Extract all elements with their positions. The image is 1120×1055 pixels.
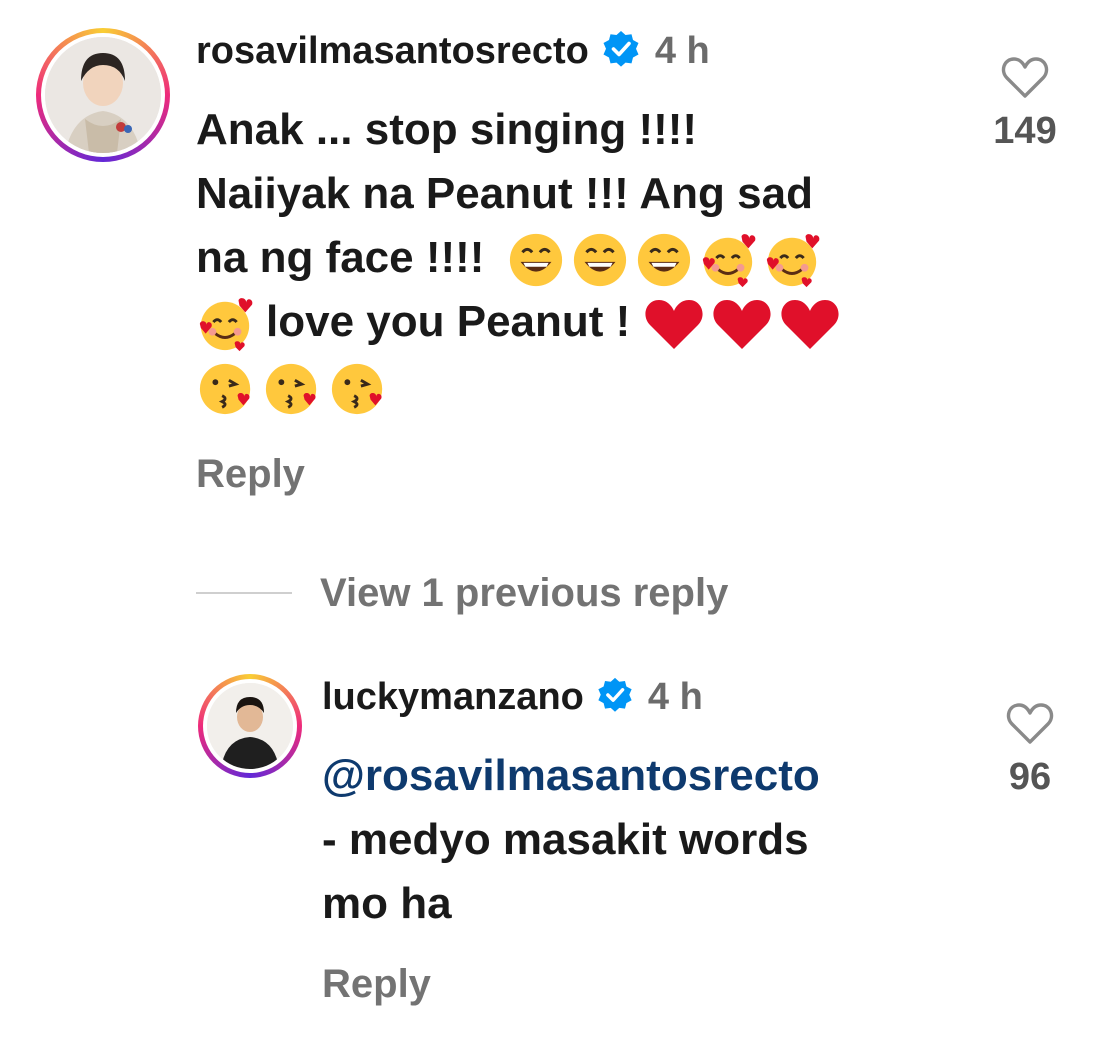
verified-badge-icon	[601, 29, 641, 74]
comment-line: na ng face !!!!	[196, 226, 956, 290]
username[interactable]: luckymanzano	[322, 676, 584, 719]
comment-line: mo ha	[322, 879, 452, 928]
grinning-face-emoji-icon	[637, 234, 690, 287]
comment-line: Naiiyak na Peanut !!! Ang sad	[196, 169, 813, 218]
avatar	[207, 683, 293, 769]
red-heart-emoji-icon	[712, 300, 771, 350]
emoji-group	[507, 231, 821, 289]
emoji-group	[643, 295, 841, 353]
emoji-group	[196, 295, 254, 353]
verified-badge-icon	[596, 676, 634, 719]
like-count: 96	[1008, 756, 1052, 798]
red-heart-emoji-icon	[644, 300, 703, 350]
comment-header: rosavilmasantosrecto 4 h	[196, 26, 710, 76]
like-count: 149	[993, 110, 1057, 152]
emoji-group	[196, 359, 388, 417]
timestamp: 4 h	[647, 675, 703, 718]
comment-2: luckymanzano 4 h @rosavilmasantosrecto -…	[0, 650, 1120, 1050]
comment-text: Anak ... stop singing !!!! Naiiyak na Pe…	[196, 98, 956, 418]
avatar	[45, 37, 161, 153]
view-replies-label[interactable]: View 1 previous reply	[320, 571, 728, 616]
red-heart-emoji-icon	[780, 300, 839, 350]
reply-button[interactable]: Reply	[196, 452, 305, 497]
face-blowing-kiss-emoji-icon	[265, 364, 317, 415]
avatar-ring[interactable]	[36, 28, 170, 162]
face-blowing-kiss-emoji-icon	[199, 364, 251, 415]
heart-outline-icon[interactable]	[1001, 56, 1049, 100]
grinning-face-emoji-icon	[573, 234, 626, 287]
grinning-face-emoji-icon	[509, 234, 562, 287]
smiling-face-with-hearts-emoji-icon	[766, 234, 820, 288]
comment-line: Anak ... stop singing !!!!	[196, 105, 698, 154]
mention-link[interactable]: @rosavilmasantosrecto	[322, 744, 942, 808]
heart-outline-icon[interactable]	[1006, 702, 1054, 746]
like-control: 149	[975, 56, 1075, 153]
comment-1: rosavilmasantosrecto 4 h Anak ... stop s…	[0, 0, 1120, 520]
comment-header: luckymanzano 4 h	[322, 672, 703, 722]
divider-line	[196, 592, 292, 594]
like-control: 96	[980, 702, 1080, 799]
comment-line	[196, 354, 956, 418]
smiling-face-with-hearts-emoji-icon	[702, 234, 756, 288]
face-blowing-kiss-emoji-icon	[331, 364, 383, 415]
view-previous-replies[interactable]: View 1 previous reply	[196, 568, 728, 618]
comment-line: love you Peanut !	[196, 290, 956, 354]
comment-line: - medyo masakit words	[322, 815, 809, 864]
reply-button[interactable]: Reply	[322, 962, 431, 1007]
smiling-face-with-hearts-emoji-icon	[199, 298, 253, 352]
timestamp: 4 h	[654, 29, 710, 72]
username[interactable]: rosavilmasantosrecto	[196, 30, 589, 73]
avatar-ring[interactable]	[198, 674, 302, 778]
comment-text: @rosavilmasantosrecto - medyo masakit wo…	[322, 744, 942, 936]
